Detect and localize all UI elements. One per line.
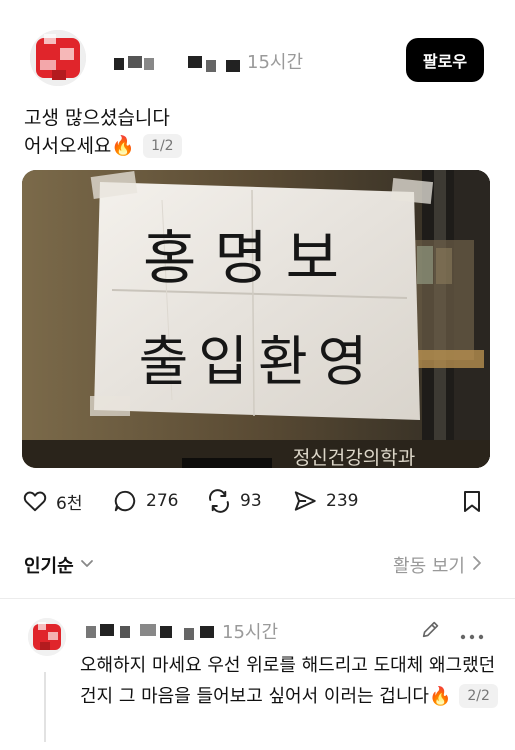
post-text-line-1: 고생 많으셨습니다 — [24, 107, 170, 129]
reply-author-name-redacted[interactable] — [86, 624, 220, 640]
post-timestamp: 15시간 — [247, 52, 304, 73]
repost-count: 93 — [240, 491, 262, 511]
view-activity-label: 활동 보기 — [393, 556, 465, 577]
bookmark-icon — [461, 489, 483, 515]
comment-count: 276 — [146, 491, 179, 511]
edit-button[interactable] — [420, 618, 442, 644]
heart-icon — [22, 488, 48, 514]
share-button[interactable]: 239 — [292, 488, 358, 514]
post-text-line-2-wrap: 어서오세요🔥 1/2 — [24, 132, 182, 160]
sort-label: 인기순 — [24, 556, 74, 577]
like-button[interactable]: 6천 — [22, 488, 82, 514]
author-name-redacted[interactable] — [114, 56, 246, 72]
chevron-right-icon — [471, 554, 483, 577]
section-divider — [0, 598, 515, 599]
more-options-button[interactable] — [460, 626, 484, 645]
reply-page-indicator: 2/2 — [459, 684, 498, 708]
author-avatar[interactable] — [30, 30, 86, 86]
view-activity-link[interactable]: 활동 보기 — [393, 552, 483, 578]
sort-dropdown[interactable]: 인기순 — [24, 552, 96, 578]
post-image[interactable]: 홍명보 출입환영 정신건강의학과 — [22, 170, 490, 468]
share-icon — [292, 488, 318, 514]
follow-button[interactable]: 팔로우 — [406, 38, 484, 82]
post-text-line-2: 어서오세요🔥 — [24, 135, 136, 157]
sign-text-line-1: 홍명보 — [143, 224, 357, 292]
door-sign-text: 정신건강의학과 — [293, 447, 415, 468]
comment-button[interactable]: 276 — [112, 488, 178, 514]
reply-author-avatar[interactable] — [28, 618, 66, 656]
sign-text-line-2: 출입환영 — [139, 330, 378, 393]
more-icon — [460, 626, 484, 645]
reply-text: 오해하지 마세요 우선 위로를 해드리고 도대체 왜그랬던 건지 그 마음을 들… — [80, 655, 496, 707]
bookmark-button[interactable] — [461, 489, 483, 515]
share-count: 239 — [326, 491, 359, 511]
repost-button[interactable]: 93 — [206, 488, 262, 514]
chevron-down-icon — [78, 554, 96, 577]
reply-timestamp: 15시간 — [222, 622, 279, 643]
edit-icon — [420, 621, 442, 644]
thread-line — [44, 672, 46, 742]
page-indicator: 1/2 — [143, 134, 182, 158]
like-count: 6천 — [56, 493, 83, 514]
repost-icon — [206, 488, 232, 514]
reply-text-block: 오해하지 마세요 우선 위로를 해드리고 도대체 왜그랬던 건지 그 마음을 들… — [80, 650, 500, 712]
comment-icon — [112, 488, 138, 514]
